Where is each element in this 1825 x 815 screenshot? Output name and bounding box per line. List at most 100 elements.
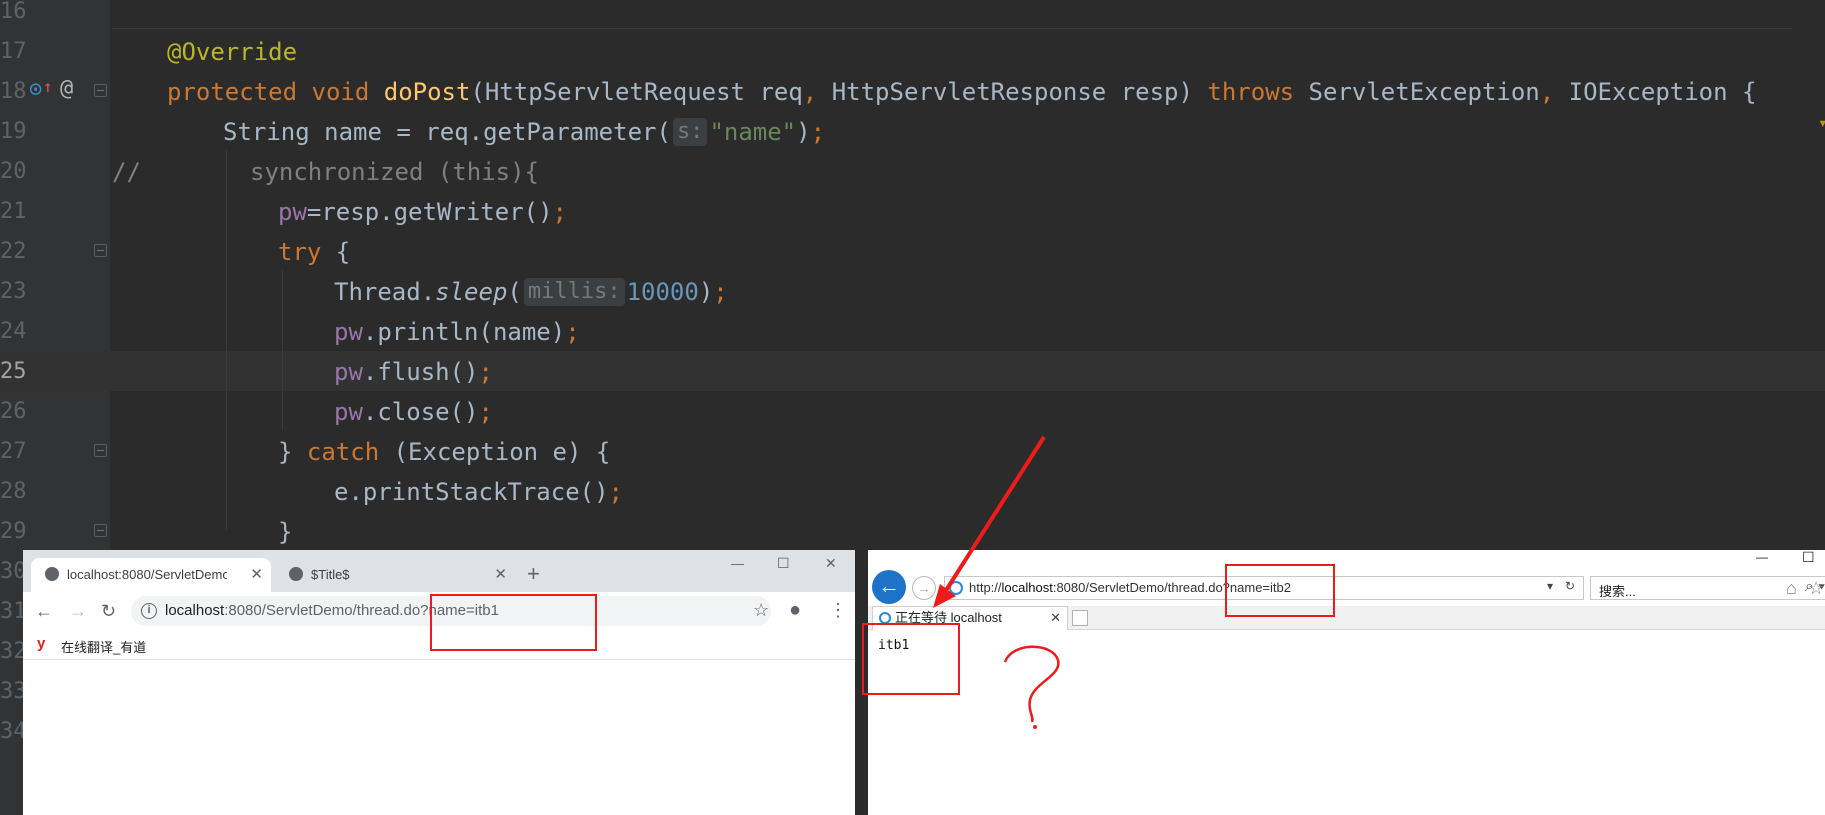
close-window-button[interactable]: ✕: [825, 553, 837, 573]
chrome-url[interactable]: localhost:8080/ServletDemo/thread.do?nam…: [165, 596, 499, 626]
code-line[interactable]: 25 pw.flush();: [0, 352, 1825, 392]
code-line[interactable]: 17 @Override: [0, 32, 1825, 72]
code-line[interactable]: 28 e.printStackTrace();: [0, 472, 1825, 512]
forward-arrow-icon[interactable]: →: [69, 601, 87, 621]
chrome-tab-active[interactable]: localhost:8080/ServletDemo/t ✕: [31, 558, 271, 592]
code-line[interactable]: 26 pw.close();: [0, 392, 1825, 432]
code-text: pw.println(name);: [334, 312, 580, 352]
line-number: 34: [0, 719, 27, 744]
override-arrow-icon: ↑: [43, 77, 53, 96]
dropdown-arrow-icon[interactable]: ▾: [1547, 579, 1553, 593]
code-text: pw.close();: [334, 392, 493, 432]
line-number: 22: [0, 239, 27, 264]
line-number: 27: [0, 439, 27, 464]
code-line[interactable]: 24 pw.println(name);: [0, 312, 1825, 352]
refresh-icon[interactable]: ↻: [1565, 579, 1575, 593]
back-arrow-icon[interactable]: ←: [35, 601, 53, 621]
code-token: pw: [278, 198, 307, 226]
code-line[interactable]: 23 Thread.sleep(millis: 10000);: [0, 272, 1825, 312]
code-text: }: [278, 512, 292, 552]
favorites-star-icon[interactable]: ☆: [1808, 578, 1824, 599]
ie-window[interactable]: — ☐ ← → http://localhost:8080/ServletDem…: [868, 550, 1825, 815]
profile-avatar-icon[interactable]: ●: [789, 600, 801, 620]
code-token: .println(name): [362, 318, 566, 346]
bookmark-youdao[interactable]: 在线翻译_有道: [61, 637, 146, 656]
code-token: HttpServletResponse resp): [831, 78, 1208, 106]
code-token: doPost: [383, 78, 471, 106]
ie-logo-icon: [949, 581, 963, 595]
chrome-tab-title: $Title$: [311, 567, 350, 582]
code-line[interactable]: 29}: [0, 512, 1825, 552]
ie-url[interactable]: http://localhost:8080/ServletDemo/thread…: [969, 577, 1291, 599]
code-token: {: [335, 238, 351, 266]
new-tab-button[interactable]: +: [527, 563, 540, 585]
code-line[interactable]: 16: [0, 0, 1825, 32]
globe-icon: [289, 567, 303, 581]
close-tab-icon[interactable]: ✕: [494, 558, 507, 592]
ie-address-bar[interactable]: http://localhost:8080/ServletDemo/thread…: [944, 576, 1584, 600]
close-tab-icon[interactable]: ✕: [1050, 607, 1061, 629]
code-line[interactable]: 19 String name = req.getParameter(s: "name…: [0, 112, 1825, 152]
code-line[interactable]: 20 // synchronized (this){: [0, 152, 1825, 192]
chrome-tab[interactable]: $Title$ ✕: [275, 558, 515, 592]
line-number: 16: [0, 0, 27, 24]
at-annotation-icon[interactable]: @: [60, 78, 73, 100]
info-icon[interactable]: i: [141, 603, 157, 619]
code-token: "name": [709, 118, 797, 146]
fold-marker-icon[interactable]: [94, 444, 107, 457]
url-path: :8080/ServletDemo/thread.do?name=itb2: [1052, 580, 1291, 595]
ie-loading-icon: [879, 612, 891, 624]
new-tab-icon[interactable]: [1072, 610, 1088, 626]
url-host: localhost: [165, 602, 225, 619]
code-line[interactable]: 18 protected void doPost(HttpServletReque…: [0, 72, 1825, 112]
code-token: (: [507, 278, 522, 306]
code-text: pw=resp.getWriter();: [278, 192, 567, 232]
override-up-icon[interactable]: ⊙: [29, 79, 42, 101]
code-line[interactable]: 21 pw=resp.getWriter();: [0, 192, 1825, 232]
bookmark-star-icon[interactable]: ☆: [753, 600, 769, 620]
line-number: 25: [0, 359, 27, 384]
minimize-button[interactable]: —: [1756, 550, 1768, 564]
code-token: ): [796, 118, 811, 146]
forward-button-icon[interactable]: →: [912, 576, 936, 600]
bookmarks-bar: y 在线翻译_有道: [23, 630, 855, 660]
code-token: IOException {: [1568, 78, 1757, 106]
minimize-button[interactable]: —: [731, 554, 744, 574]
reload-icon[interactable]: ↻: [101, 601, 116, 621]
chrome-address-bar[interactable]: i localhost:8080/ServletDemo/thread.do?n…: [131, 596, 771, 626]
fold-marker-icon[interactable]: [94, 244, 107, 257]
maximize-button[interactable]: ☐: [1802, 550, 1815, 564]
code-token: try: [278, 238, 336, 266]
ie-tab-active[interactable]: 正在等待 localhost ✕: [872, 606, 1068, 630]
code-token: (Exception e) {: [393, 438, 611, 466]
code-token: throws: [1207, 78, 1309, 106]
line-number: 17: [0, 39, 27, 64]
fold-marker-icon[interactable]: [94, 524, 107, 537]
code-token: ;: [552, 198, 567, 226]
line-number: 26: [0, 399, 27, 424]
code-line[interactable]: 27} catch (Exception e) {: [0, 432, 1825, 472]
chrome-page-content: [23, 661, 855, 815]
code-line[interactable]: 22 try {: [0, 232, 1825, 272]
code-token: protected: [167, 78, 312, 106]
close-tab-icon[interactable]: ✕: [250, 558, 263, 592]
comment-marker: //: [112, 158, 141, 186]
code-token: ): [698, 278, 714, 306]
ie-title-bar: — ☐: [868, 550, 1825, 564]
code-token: ServletException: [1308, 78, 1540, 106]
line-number: 31: [0, 599, 27, 624]
back-button-icon[interactable]: ←: [872, 570, 906, 604]
code-token: .flush(): [362, 358, 479, 386]
code-token: ;: [565, 318, 580, 346]
menu-dots-icon[interactable]: ⋮: [829, 600, 847, 620]
code-token: ,: [802, 78, 832, 106]
fold-marker-icon[interactable]: [94, 84, 107, 97]
chrome-tab-strip: localhost:8080/ServletDemo/t ✕ $Title$ ✕…: [23, 550, 855, 592]
home-icon[interactable]: ⌂: [1786, 578, 1797, 599]
maximize-button[interactable]: ☐: [777, 553, 790, 573]
code-text: e.printStackTrace();: [334, 472, 623, 512]
code-token: pw: [334, 398, 363, 426]
parameter-hint: s:: [672, 118, 708, 146]
ie-tab-title: 正在等待 localhost: [895, 610, 1002, 625]
chrome-window[interactable]: localhost:8080/ServletDemo/t ✕ $Title$ ✕…: [23, 550, 855, 815]
